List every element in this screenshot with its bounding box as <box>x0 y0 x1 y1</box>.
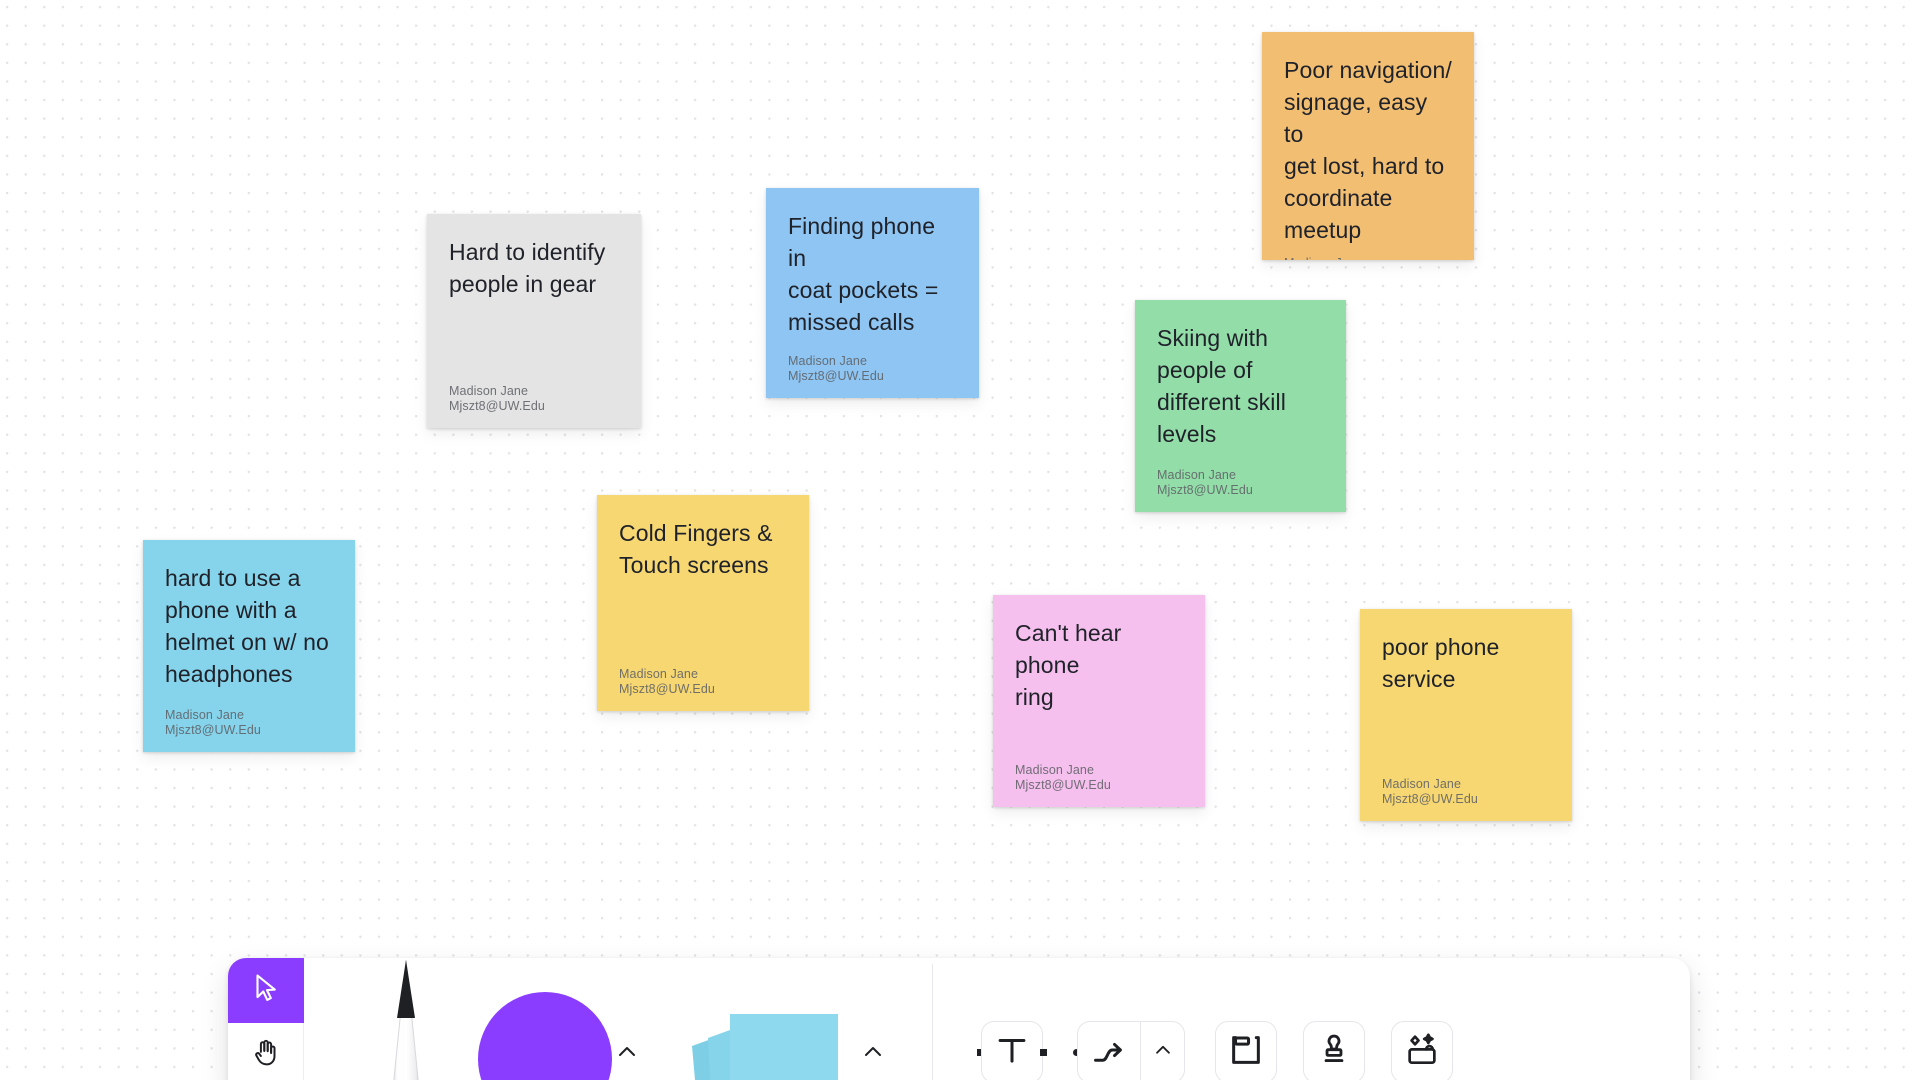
frame-tool-button[interactable] <box>1215 958 1277 1080</box>
pen-icon <box>360 958 452 1080</box>
sticky-note-cant-hear-phone[interactable]: Can't hear phone ring Madison Jane Mjszt… <box>993 595 1205 807</box>
sticky-note-hard-to-use-phone[interactable]: hard to use a phone with a helmet on w/ … <box>143 540 355 752</box>
sticky-note-chevron-button[interactable] <box>858 958 888 1080</box>
sticky-note-text: Skiing with people of different skill le… <box>1157 325 1286 447</box>
text-handle-right-icon <box>1040 1048 1047 1056</box>
bottom-toolbar[interactable] <box>228 958 1690 1080</box>
text-tool-icon-box[interactable] <box>981 1021 1043 1080</box>
sticky-note-finding-phone[interactable]: Finding phone in coat pockets = missed c… <box>766 188 979 398</box>
text-icon <box>993 1031 1031 1074</box>
sticky-note-hard-to-identify[interactable]: Hard to identify people in gear Madison … <box>427 214 641 428</box>
sticky-note-author: Madison Jane Mjszt8@UW.Edu <box>1382 777 1478 806</box>
sticky-note-skiing-skill-levels[interactable]: Skiing with people of different skill le… <box>1135 300 1346 512</box>
chevron-up-icon <box>861 1040 885 1069</box>
chevron-up-icon <box>1152 1039 1174 1066</box>
sticky-note-author: Madison Jane Mjszt8@UW.Edu <box>165 708 261 737</box>
chevron-up-icon <box>615 1040 639 1069</box>
circle-shape-icon <box>478 992 612 1080</box>
sticky-note-cold-fingers[interactable]: Cold Fingers & Touch screens Madison Jan… <box>597 495 809 711</box>
sticky-note-author: Madison Jane Mjszt8@UW.Edu <box>1157 468 1253 497</box>
cursor-icon <box>249 971 283 1010</box>
connector-split-button[interactable] <box>1077 1021 1185 1080</box>
hand-tool-button[interactable] <box>228 1023 304 1080</box>
sticky-note-tool-button[interactable] <box>668 958 858 1080</box>
select-tool-button[interactable] <box>228 958 304 1023</box>
text-tool-button[interactable] <box>977 958 1047 1080</box>
shapes-chevron-button[interactable] <box>612 958 642 1080</box>
stamp-tool-button[interactable] <box>1303 958 1365 1080</box>
magic-tool-button[interactable] <box>1391 958 1453 1080</box>
sticky-note-author: Madison Jane Mjszt8@UW.Edu <box>1015 763 1111 792</box>
toolbar-divider <box>932 964 933 1080</box>
sticky-note-text: Cold Fingers & Touch screens <box>619 520 773 578</box>
sticky-note-poor-navigation[interactable]: Poor navigation/ signage, easy to get lo… <box>1262 32 1474 260</box>
sticky-note-stack-icon <box>668 986 858 1080</box>
sticky-note-text: Poor navigation/ signage, easy to get lo… <box>1284 57 1452 243</box>
sticky-note-author: Madison Jane Mjszt8@UW.Edu <box>1284 256 1452 260</box>
sticky-note-text: hard to use a phone with a helmet on w/ … <box>165 565 329 687</box>
sticky-note-author: Madison Jane Mjszt8@UW.Edu <box>619 667 715 696</box>
sticky-note-text: poor phone service <box>1382 634 1500 692</box>
frame-tool-icon-box[interactable] <box>1215 1021 1277 1080</box>
stamp-tool-icon-box[interactable] <box>1303 1021 1365 1080</box>
shapes-tool-button[interactable] <box>478 958 612 1080</box>
pen-tool-button[interactable] <box>348 958 464 1080</box>
connector-tool-group[interactable] <box>1073 958 1189 1080</box>
connector-tool-button[interactable] <box>1078 1022 1140 1080</box>
pointer-tool-group[interactable] <box>228 958 304 1080</box>
magic-tool-icon-box[interactable] <box>1391 1021 1453 1080</box>
sparkle-box-icon <box>1403 1031 1441 1074</box>
connector-chevron-button[interactable] <box>1140 1022 1184 1080</box>
sticky-note-text: Finding phone in coat pockets = missed c… <box>788 213 939 335</box>
frame-icon <box>1227 1031 1265 1074</box>
stamp-icon <box>1315 1031 1353 1074</box>
whiteboard-canvas[interactable]: Poor navigation/ signage, easy to get lo… <box>0 0 1920 1080</box>
hand-icon <box>249 1036 283 1075</box>
sticky-note-text: Can't hear phone ring <box>1015 620 1122 710</box>
connector-arrow-icon <box>1090 1031 1128 1074</box>
sticky-note-text: Hard to identify people in gear <box>449 239 606 297</box>
sticky-note-author: Madison Jane Mjszt8@UW.Edu <box>788 354 884 383</box>
sticky-note-poor-phone-service[interactable]: poor phone service Madison Jane Mjszt8@U… <box>1360 609 1572 821</box>
sticky-note-author: Madison Jane Mjszt8@UW.Edu <box>449 384 545 413</box>
